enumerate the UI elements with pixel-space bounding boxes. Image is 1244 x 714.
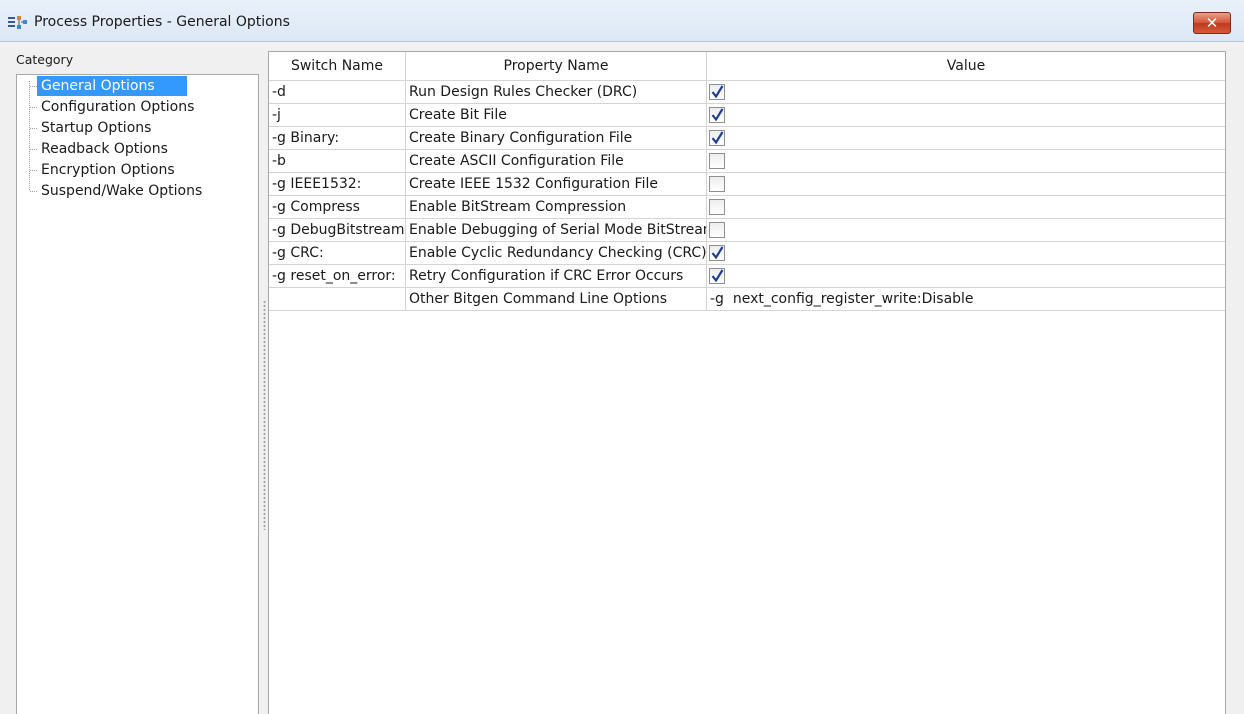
switch-name-cell: -g Binary:: [269, 127, 406, 149]
table-row[interactable]: -b Create ASCII Configuration File: [269, 150, 1225, 173]
header-value[interactable]: Value: [707, 52, 1225, 80]
table-row[interactable]: -g DebugBitstream: Enable Debugging of Se…: [269, 219, 1225, 242]
value-cell[interactable]: [707, 242, 1225, 264]
table-row[interactable]: -j Create Bit File: [269, 104, 1225, 127]
table-row[interactable]: Other Bitgen Command Line Options -g next…: [269, 288, 1225, 311]
property-name-cell: Enable BitStream Compression: [406, 196, 707, 218]
value-cell[interactable]: -g next_config_register_write:Disable: [707, 288, 1225, 310]
value-checkbox[interactable]: [709, 84, 725, 100]
close-button[interactable]: ✕: [1193, 12, 1231, 34]
checkmark-icon: [711, 131, 724, 145]
property-name-cell: Create Binary Configuration File: [406, 127, 707, 149]
property-name-cell: Create ASCII Configuration File: [406, 150, 707, 172]
title-bar[interactable]: Process Properties - General Options ✕: [0, 0, 1244, 42]
switch-name-cell: -g CRC:: [269, 242, 406, 264]
value-checkbox[interactable]: [709, 107, 725, 123]
category-label: Category: [16, 52, 74, 67]
header-property-name[interactable]: Property Name: [406, 52, 707, 80]
value-checkbox[interactable]: [709, 222, 725, 238]
checkmark-icon: [711, 269, 724, 283]
switch-name-cell: -g Compress: [269, 196, 406, 218]
value-cell[interactable]: [707, 265, 1225, 287]
property-name-cell: Other Bitgen Command Line Options: [406, 288, 707, 310]
properties-grid: Switch Name Property Name Value -d Run De…: [268, 51, 1226, 714]
tree-item-configuration-options[interactable]: Configuration Options: [37, 97, 198, 117]
property-name-cell: Run Design Rules Checker (DRC): [406, 81, 707, 103]
checkmark-icon: [711, 85, 724, 99]
property-name-cell: Enable Cyclic Redundancy Checking (CRC): [406, 242, 707, 264]
value-cell[interactable]: [707, 196, 1225, 218]
switch-name-cell: -j: [269, 104, 406, 126]
value-checkbox[interactable]: [709, 153, 725, 169]
value-cell[interactable]: [707, 150, 1225, 172]
tree-item-encryption-options[interactable]: Encryption Options: [37, 160, 179, 180]
value-cell[interactable]: [707, 219, 1225, 241]
property-name-cell: Create IEEE 1532 Configuration File: [406, 173, 707, 195]
value-checkbox[interactable]: [709, 245, 725, 261]
tree-item-general-options[interactable]: General Options: [37, 76, 187, 96]
checkmark-icon: [711, 108, 724, 122]
table-row[interactable]: -g CRC: Enable Cyclic Redundancy Checking…: [269, 242, 1225, 265]
switch-name-cell: -g reset_on_error:: [269, 265, 406, 287]
tree-item-startup-options[interactable]: Startup Options: [37, 118, 155, 138]
switch-name-cell: -b: [269, 150, 406, 172]
value-cell[interactable]: [707, 104, 1225, 126]
switch-name-cell: [269, 288, 406, 310]
table-row[interactable]: -g Compress Enable BitStream Compression: [269, 196, 1225, 219]
value-cell[interactable]: [707, 173, 1225, 195]
property-name-cell: Retry Configuration if CRC Error Occurs: [406, 265, 707, 287]
table-row[interactable]: -g Binary: Create Binary Configuration Fi…: [269, 127, 1225, 150]
value-text: -g next_config_register_write:Disable: [710, 291, 974, 307]
tree-item-suspend-wake-options[interactable]: Suspend/Wake Options: [37, 181, 206, 201]
panel-splitter[interactable]: [263, 300, 266, 530]
table-row[interactable]: -d Run Design Rules Checker (DRC): [269, 81, 1225, 104]
category-tree[interactable]: General Options Configuration Options St…: [16, 74, 259, 714]
property-name-cell: Enable Debugging of Serial Mode BitStrea…: [406, 219, 707, 241]
window-title: Process Properties - General Options: [34, 14, 290, 30]
value-checkbox[interactable]: [709, 130, 725, 146]
value-cell[interactable]: [707, 81, 1225, 103]
process-properties-window: Process Properties - General Options ✕ C…: [0, 0, 1244, 714]
table-row[interactable]: -g IEEE1532: Create IEEE 1532 Configurati…: [269, 173, 1225, 196]
switch-name-cell: -d: [269, 81, 406, 103]
switch-name-cell: -g DebugBitstream:: [269, 219, 406, 241]
value-checkbox[interactable]: [709, 268, 725, 284]
value-checkbox[interactable]: [709, 199, 725, 215]
header-switch-name[interactable]: Switch Name: [269, 52, 406, 80]
grid-header: Switch Name Property Name Value: [269, 52, 1225, 81]
switch-name-cell: -g IEEE1532:: [269, 173, 406, 195]
property-name-cell: Create Bit File: [406, 104, 707, 126]
tree-item-readback-options[interactable]: Readback Options: [37, 139, 172, 159]
close-icon: ✕: [1205, 14, 1219, 32]
process-properties-icon: [8, 15, 30, 29]
checkmark-icon: [711, 246, 724, 260]
value-checkbox[interactable]: [709, 176, 725, 192]
table-row[interactable]: -g reset_on_error: Retry Configuration if…: [269, 265, 1225, 288]
value-cell[interactable]: [707, 127, 1225, 149]
